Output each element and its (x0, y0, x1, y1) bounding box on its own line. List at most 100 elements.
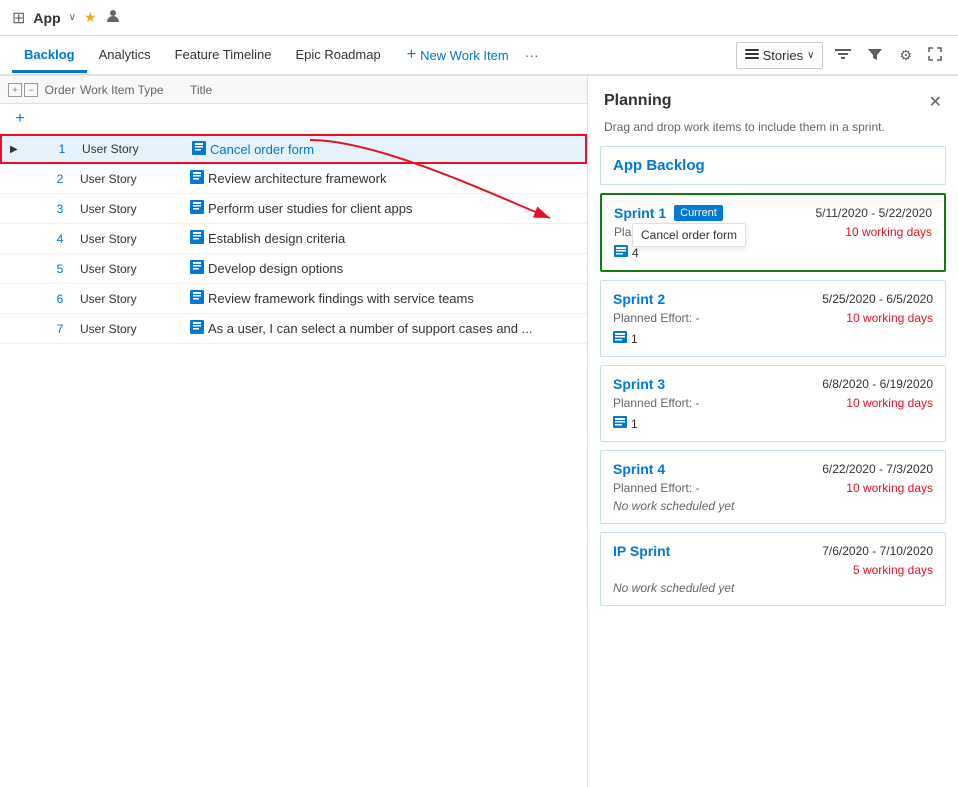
favorite-icon[interactable]: ★ (84, 9, 97, 26)
sprint-card[interactable]: Sprint 2 5/25/2020 - 6/5/2020 Planned Ef… (600, 280, 946, 357)
title-chevron-icon: ∨ (69, 12, 76, 23)
row-title[interactable]: Establish design criteria (190, 230, 557, 247)
work-item-icon (190, 290, 204, 307)
type-header: Work Item Type (80, 83, 190, 97)
tab-feature-timeline[interactable]: Feature Timeline (163, 39, 284, 73)
row-order: 5 (40, 262, 80, 276)
row-title[interactable]: Review framework findings with service t… (190, 290, 557, 307)
stories-dropdown[interactable]: Stories ∨ (736, 42, 824, 69)
view-options-icon[interactable] (831, 42, 855, 69)
sprint-meta: Planned Effort: - 10 working days (613, 311, 933, 325)
sprint-work-icon (614, 245, 628, 260)
collapse-all-icon[interactable]: − (24, 83, 38, 97)
sprint-dates: 6/8/2020 - 6/19/2020 (822, 377, 933, 391)
row-order: 4 (40, 232, 80, 246)
tab-analytics[interactable]: Analytics (87, 39, 163, 73)
expand-chevron-icon[interactable]: ▶ (10, 144, 18, 155)
work-item-icon (190, 170, 204, 187)
sprint-dates: 6/22/2020 - 7/3/2020 (822, 462, 933, 476)
sprint-meta: Planned Effort: - 10 working days (613, 481, 933, 495)
title-text[interactable]: As a user, I can select a number of supp… (208, 321, 532, 336)
sprint-meta: Planned Effort: - 10 working days (613, 396, 933, 410)
sprint-working-days: 10 working days (846, 481, 933, 495)
planning-description: Drag and drop work items to include them… (588, 120, 958, 146)
table-row[interactable]: 7 User Story As a user, I can select a n… (0, 314, 587, 344)
new-work-item-button[interactable]: + New Work Item (397, 42, 519, 68)
sprint-card[interactable]: Sprint 3 6/8/2020 - 6/19/2020 Planned Ef… (600, 365, 946, 442)
sprint-dates: 5/25/2020 - 6/5/2020 (822, 292, 933, 306)
sprint-header: Sprint 1 Current 5/11/2020 - 5/22/2020 (614, 205, 932, 221)
sprint-work-icon (613, 331, 627, 346)
app-title[interactable]: App (33, 10, 60, 26)
top-bar: ⊞ App ∨ ★ (0, 0, 958, 36)
sprint-meta: 5 working days (613, 563, 933, 577)
filter-icon[interactable] (863, 42, 887, 69)
table-row[interactable]: ▶ 1 User Story Cancel order form ··· (0, 134, 587, 164)
more-options-button[interactable]: ··· (519, 45, 545, 65)
person-icon (105, 8, 121, 27)
nav-right-controls: Stories ∨ ⚙ (736, 42, 946, 69)
sprint-card[interactable]: Sprint 4 6/22/2020 - 7/3/2020 Planned Ef… (600, 450, 946, 524)
backlog-table: + − Order Work Item Type Title + ▶ 1 Use… (0, 76, 588, 787)
tab-backlog[interactable]: Backlog (12, 39, 87, 73)
title-header: Title (190, 83, 579, 97)
sprint-card[interactable]: App Backlog (600, 146, 946, 185)
sprint-item-count: 1 (613, 331, 933, 346)
row-type: User Story (80, 232, 190, 246)
plus-icon: + (407, 46, 416, 64)
title-text[interactable]: Review framework findings with service t… (208, 291, 474, 306)
sprint-header: Sprint 4 6/22/2020 - 7/3/2020 (613, 461, 933, 477)
sprint-effort: Planned Effort: - (613, 396, 700, 410)
row-title[interactable]: Perform user studies for client apps (190, 200, 557, 217)
work-item-icon (190, 320, 204, 337)
add-item-button[interactable]: + (8, 107, 32, 131)
sprint-name: Sprint 1 (614, 205, 666, 221)
settings-icon[interactable]: ⚙ (895, 43, 916, 68)
row-type: User Story (80, 292, 190, 306)
sprint-name: IP Sprint (613, 543, 670, 559)
planning-close-button[interactable]: ✕ (929, 92, 942, 112)
table-row[interactable]: 3 User Story Perform user studies for cl… (0, 194, 587, 224)
table-row[interactable]: 4 User Story Establish design criteria ·… (0, 224, 587, 254)
table-row[interactable]: 5 User Story Develop design options ··· (0, 254, 587, 284)
table-row[interactable]: 2 User Story Review architecture framewo… (0, 164, 587, 194)
planning-header: Planning ✕ (588, 76, 958, 120)
sprint-working-days: 10 working days (846, 311, 933, 325)
sprint-card[interactable]: IP Sprint 7/6/2020 - 7/10/2020 5 working… (600, 532, 946, 606)
title-text[interactable]: Establish design criteria (208, 231, 345, 246)
main-content: + − Order Work Item Type Title + ▶ 1 Use… (0, 76, 958, 787)
sprint-cards: App Backlog Sprint 1 Current 5/11/2020 -… (588, 146, 958, 606)
tab-epic-roadmap[interactable]: Epic Roadmap (283, 39, 392, 73)
row-type: User Story (80, 172, 190, 186)
sprint-item-count: 1 (613, 416, 933, 431)
sprint-item-count: 4 (614, 245, 932, 260)
current-badge: Current (674, 205, 723, 221)
tooltip-text: Cancel order form (641, 228, 737, 242)
nav-bar: Backlog Analytics Feature Timeline Epic … (0, 36, 958, 76)
row-type: User Story (80, 322, 190, 336)
title-text[interactable]: Perform user studies for client apps (208, 201, 412, 216)
sprint-dates: 7/6/2020 - 7/10/2020 (822, 544, 933, 558)
sprint-card[interactable]: Sprint 1 Current 5/11/2020 - 5/22/2020 P… (600, 193, 946, 272)
new-work-item-label: New Work Item (420, 48, 509, 63)
row-title[interactable]: As a user, I can select a number of supp… (190, 320, 557, 337)
expand-icon[interactable] (924, 43, 946, 68)
title-text[interactable]: Review architecture framework (208, 171, 386, 186)
table-row[interactable]: 6 User Story Review framework findings w… (0, 284, 587, 314)
no-work-text: No work scheduled yet (613, 499, 933, 513)
title-text[interactable]: Cancel order form (210, 142, 314, 157)
work-item-icon (190, 230, 204, 247)
row-order: 1 (42, 142, 82, 156)
table-rows: ▶ 1 User Story Cancel order form ··· 2 U… (0, 134, 587, 344)
stories-chevron-icon: ∨ (807, 50, 814, 61)
list-icon (745, 47, 759, 64)
order-header: Order (40, 83, 80, 97)
work-item-icon (190, 200, 204, 217)
row-title[interactable]: Develop design options (190, 260, 557, 277)
sprint-header: Sprint 2 5/25/2020 - 6/5/2020 (613, 291, 933, 307)
row-title[interactable]: Review architecture framework (190, 170, 557, 187)
title-text[interactable]: Develop design options (208, 261, 343, 276)
expand-all-icon[interactable]: + (8, 83, 22, 97)
planning-panel: Planning ✕ Drag and drop work items to i… (588, 76, 958, 787)
row-title[interactable]: Cancel order form (192, 141, 555, 158)
